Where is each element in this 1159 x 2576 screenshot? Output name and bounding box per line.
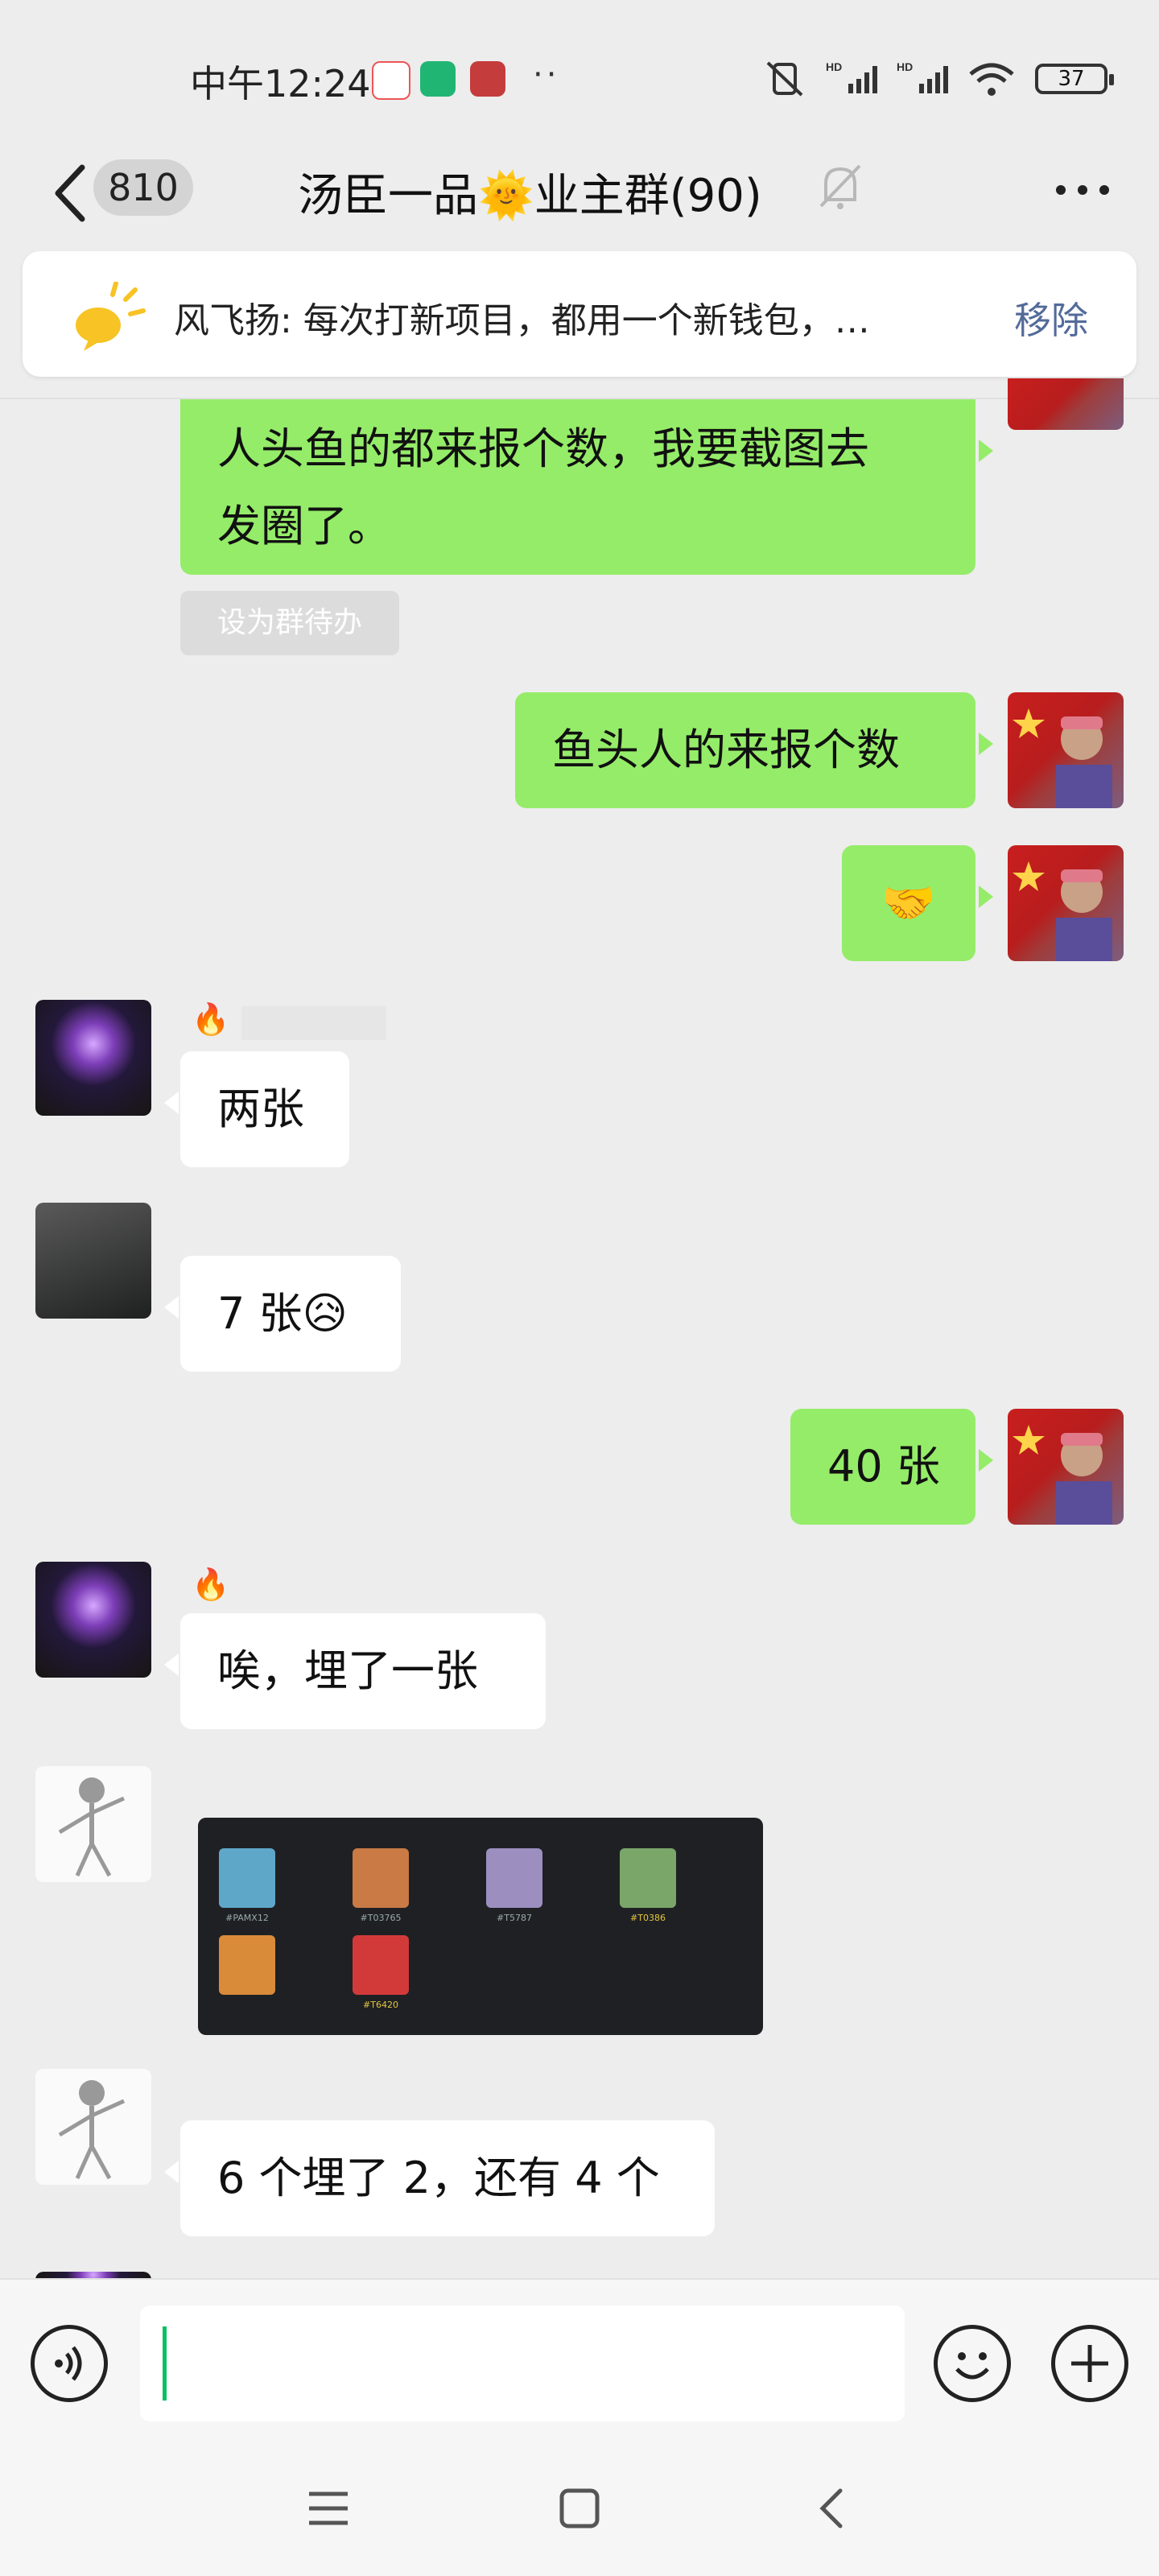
member-avatar[interactable] [35, 1766, 151, 1882]
status-bar: 中午12:24 ·· HD HD 37 [0, 0, 1159, 153]
announcement-icon [76, 282, 146, 351]
home-icon[interactable] [555, 2484, 604, 2533]
shopping-icon [470, 61, 505, 97]
nft-label: #T0386 [630, 1913, 666, 1923]
emoji-button[interactable] [934, 2325, 1011, 2402]
message-bubble[interactable]: 🤝 [842, 845, 993, 961]
muted-bell-icon [819, 164, 861, 209]
my-avatar[interactable] [1008, 378, 1124, 430]
nft-label: #T5787 [497, 1913, 532, 1923]
my-avatar[interactable] [1008, 1409, 1124, 1525]
menu-icon[interactable] [304, 2484, 353, 2533]
nft-thumbnail [620, 1848, 676, 1908]
more-functions-button[interactable] [1051, 2325, 1128, 2402]
set-group-todo-button[interactable]: 设为群待办 [180, 591, 399, 655]
signal-icon: HD [826, 60, 877, 93]
stick-figure-icon [58, 1777, 126, 1877]
message-text: 🤝 [881, 877, 936, 928]
sender-nickname: 🔥 [192, 1567, 230, 1602]
image-message[interactable]: #PAMX12 #T03765 #T5787 #T0386 #T6420 [198, 1818, 763, 2035]
member-avatar[interactable] [35, 1562, 151, 1678]
back-arrow-icon[interactable] [45, 153, 101, 233]
nft-label: #PAMX12 [225, 1913, 269, 1923]
message-bubble[interactable]: 人头鱼的都来报个数，我要截图去 发圈了。 [180, 399, 993, 575]
star-icon [1013, 1425, 1112, 1525]
smiley-icon [955, 2352, 989, 2380]
voice-icon [55, 2346, 82, 2381]
my-avatar[interactable] [1008, 692, 1124, 808]
nft-thumbnail [219, 1848, 275, 1908]
nft-thumbnail [353, 1848, 409, 1908]
message-bubble[interactable]: 6 个埋了 2，还有 4 个 [164, 2120, 715, 2236]
system-nav-bar [0, 2447, 1159, 2576]
status-time: 中午12:24 [190, 62, 371, 105]
message-text: 两张 [217, 1084, 304, 1134]
message-text: 人头鱼的都来报个数，我要截图去 [217, 423, 869, 474]
member-avatar[interactable] [35, 1000, 151, 1116]
text-cursor [163, 2326, 167, 2401]
redacted-name [241, 1006, 386, 1040]
chat-title: 汤臣一品🌞业主群(90) [298, 170, 762, 222]
message-text: 唉，埋了一张 [217, 1645, 478, 1696]
message-text: 发圈了。 [217, 501, 391, 551]
mute-vibrate-icon [766, 61, 803, 97]
nft-label: #T6420 [363, 2000, 398, 2010]
message-text: 7 张😥 [217, 1288, 348, 1339]
message-text: 鱼头人的来报个数 [552, 724, 900, 775]
sender-nickname: 🔥 [192, 1001, 230, 1037]
message-bubble[interactable]: 7 张😥 [164, 1256, 401, 1372]
nft-thumbnail [219, 1935, 275, 1995]
battery-indicator: 37 [1035, 64, 1114, 94]
star-icon [1013, 861, 1112, 961]
more-notifications-icon: ·· [533, 56, 560, 93]
chat-input-bar [0, 2278, 1159, 2449]
voice-input-button[interactable] [31, 2325, 108, 2402]
my-avatar[interactable] [1008, 845, 1124, 961]
svg-text:HD: HD [897, 60, 913, 73]
pinned-message-banner[interactable]: 风飞扬: 每次打新项目，都用一个新钱包，… 移除 [23, 251, 1136, 377]
wifi-icon [969, 63, 1014, 96]
map-pin-icon [372, 61, 410, 100]
star-icon [1013, 708, 1112, 808]
status-right: HD HD 37 [763, 60, 1114, 98]
more-options-icon[interactable] [1046, 166, 1119, 214]
plus-icon [1071, 2345, 1108, 2382]
nft-thumbnail [486, 1848, 542, 1908]
member-avatar[interactable] [35, 2069, 151, 2185]
message-bubble[interactable]: 两张 [164, 1051, 349, 1167]
pinned-message-text: 风飞扬: 每次打新项目，都用一个新钱包，… [174, 300, 870, 341]
message-bubble[interactable]: 40 张 [790, 1409, 993, 1525]
nft-label: #T03765 [360, 1913, 402, 1923]
remove-pinned-button[interactable]: 移除 [1014, 291, 1088, 345]
chat-header: 810 汤臣一品🌞业主群(90) [0, 137, 1159, 250]
back-icon[interactable] [808, 2484, 856, 2533]
shield-icon [420, 61, 456, 97]
message-input[interactable] [140, 2306, 905, 2421]
signal-icon-2: HD [897, 60, 948, 93]
svg-text:HD: HD [826, 60, 842, 73]
unread-count-badge[interactable]: 810 [93, 159, 193, 216]
message-bubble[interactable]: 唉，埋了一张 [164, 1613, 546, 1729]
message-text: 40 张 [827, 1441, 940, 1492]
nft-thumbnail [353, 1935, 409, 1995]
message-bubble[interactable]: 鱼头人的来报个数 [515, 692, 993, 808]
member-avatar[interactable] [35, 1203, 151, 1319]
stick-figure-icon [58, 2080, 126, 2180]
message-text: 6 个埋了 2，还有 4 个 [217, 2153, 660, 2203]
